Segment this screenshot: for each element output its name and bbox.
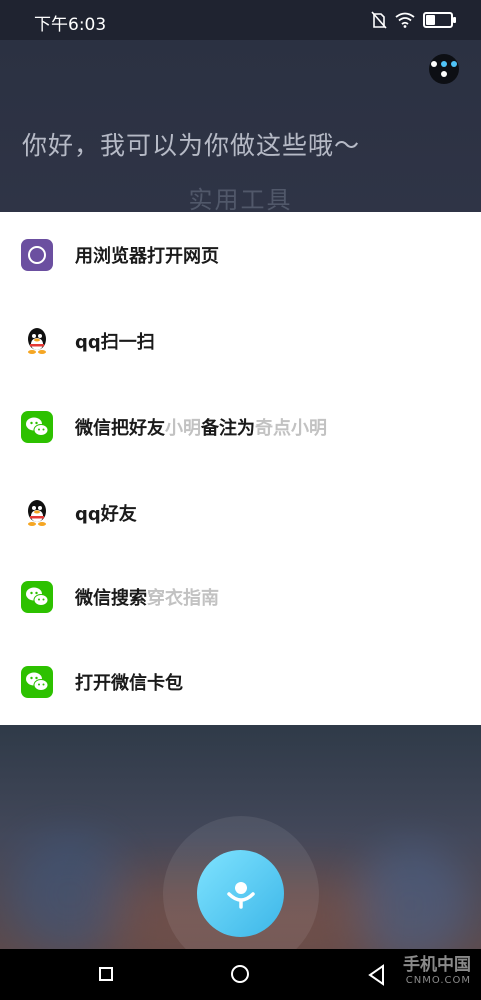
wechat-icon xyxy=(21,666,53,698)
suggestion-label: 微信搜索穿衣指南 xyxy=(75,584,219,610)
label-hint: 小明 xyxy=(165,418,201,439)
status-time: 下午6:03 xyxy=(34,15,107,35)
label-part: 备注为 xyxy=(201,418,255,439)
suggestion-item-qq-scan[interactable]: qq扫一扫 xyxy=(0,298,481,384)
wifi-icon xyxy=(395,12,415,28)
label-part: 微信把好友 xyxy=(75,418,165,439)
microphone-icon xyxy=(226,881,255,909)
section-title: 实用工具 xyxy=(188,186,293,214)
label-hint: 奇点小明 xyxy=(255,418,327,439)
wechat-icon xyxy=(21,581,53,613)
browser-icon xyxy=(21,239,53,271)
recent-apps-button[interactable] xyxy=(99,967,113,981)
no-sim-icon xyxy=(371,11,387,29)
watermark-line1: 手机中国 xyxy=(403,955,471,975)
voice-input-area xyxy=(0,725,481,949)
suggestion-label: qq扫一扫 xyxy=(75,332,155,353)
assistant-header: 你好，我可以为你做这些哦～ 实用工具 xyxy=(0,40,481,214)
battery-icon xyxy=(423,12,456,28)
status-bar: 下午6:03 xyxy=(0,0,481,40)
suggestion-item-wechat-remark[interactable]: 微信把好友小明备注为奇点小明 xyxy=(0,384,481,470)
suggestion-label: 微信把好友小明备注为奇点小明 xyxy=(75,414,327,440)
suggestion-label: 用浏览器打开网页 xyxy=(75,246,219,267)
watermark-line2: CNMO.COM xyxy=(405,975,471,986)
label-hint: 穿衣指南 xyxy=(147,588,219,609)
voice-mic-button[interactable] xyxy=(197,850,284,937)
suggestion-item-wechat-search[interactable]: 微信搜索穿衣指南 xyxy=(0,554,481,640)
watermark: 手机中国 CNMO.COM xyxy=(403,955,471,987)
back-button[interactable] xyxy=(367,964,387,986)
suggestion-list: 用浏览器打开网页 qq扫一扫 微信把好友小明备注为奇点小明 qq好友 微信搜索穿… xyxy=(0,212,481,725)
suggestion-item-wechat-card[interactable]: 打开微信卡包 xyxy=(0,639,481,725)
apps-grid-button[interactable] xyxy=(429,54,459,84)
suggestion-label: 打开微信卡包 xyxy=(75,673,183,694)
qq-icon xyxy=(28,500,46,526)
status-icons xyxy=(371,11,456,29)
wechat-icon xyxy=(21,411,53,443)
suggestion-label: qq好友 xyxy=(75,504,137,525)
home-button[interactable] xyxy=(231,965,249,983)
greeting-text: 你好，我可以为你做这些哦～ xyxy=(22,131,361,160)
label-part: 微信搜索 xyxy=(75,588,147,609)
suggestion-item-browser[interactable]: 用浏览器打开网页 xyxy=(0,212,481,298)
suggestion-item-qq-friends[interactable]: qq好友 xyxy=(0,470,481,556)
navigation-bar: 手机中国 CNMO.COM xyxy=(0,949,481,1000)
qq-icon xyxy=(28,328,46,354)
